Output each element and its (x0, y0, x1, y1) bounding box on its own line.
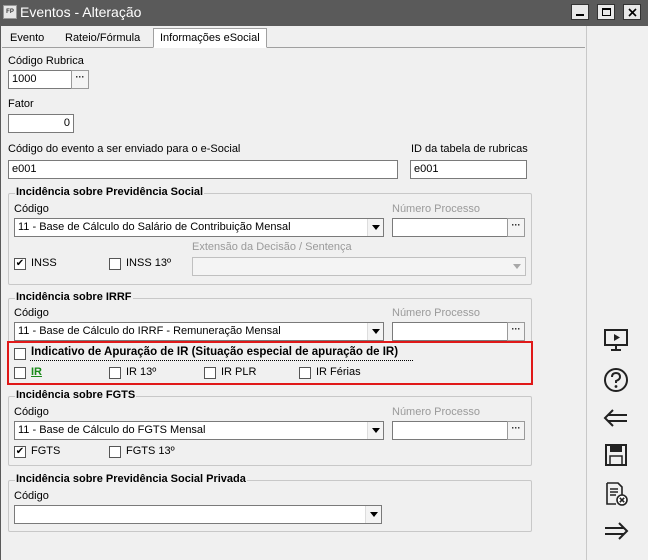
maximize-icon (601, 8, 611, 16)
help-icon (604, 368, 628, 392)
codigo-evento-esocial-label: Código do evento a ser enviado para o e-… (8, 143, 241, 155)
fgts-checkbox[interactable]: ✔ (14, 446, 26, 458)
inss-label: INSS (31, 257, 57, 269)
inss-checkbox[interactable]: ✔ (14, 258, 26, 270)
prev-social-codigo-label: Código (14, 203, 49, 215)
ir-ferias-label: IR Férias (316, 366, 361, 378)
app-icon: FP (3, 5, 17, 19)
chevron-down-icon (369, 512, 378, 517)
delete-button[interactable] (602, 480, 630, 508)
fator-label: Fator (8, 98, 34, 110)
close-button[interactable] (623, 4, 641, 20)
fgts-title: Incidência sobre FGTS (15, 389, 137, 401)
id-tabela-rubricas-field[interactable]: e001 (410, 160, 527, 179)
ellipsis-icon: ··· (511, 423, 521, 433)
ellipsis-icon: ··· (75, 72, 85, 82)
fgts-numero-processo-field[interactable] (392, 421, 508, 440)
inss-13-checkbox[interactable] (109, 258, 121, 270)
fgts-13-checkbox[interactable] (109, 446, 121, 458)
irrf-numero-processo-field[interactable] (392, 322, 508, 341)
codigo-rubrica-label: Código Rubrica (8, 55, 84, 67)
prev-social-codigo-select[interactable]: 11 - Base de Cálculo do Salário de Contr… (14, 218, 384, 237)
save-icon (605, 444, 627, 466)
fgts-codigo-select[interactable]: 11 - Base de Cálculo do FGTS Mensal (14, 421, 384, 440)
chevron-down-icon (371, 225, 380, 230)
fgts-13-label: FGTS 13º (126, 445, 175, 457)
prev-social-numero-processo-field[interactable] (392, 218, 508, 237)
ir-label: IR (31, 366, 42, 378)
prev-social-numero-processo-label: Número Processo (392, 203, 481, 215)
fgts-codigo-value: 11 - Base de Cálculo do FGTS Mensal (18, 424, 206, 436)
checkmark-icon: ✔ (15, 258, 25, 269)
forward-button[interactable] (602, 517, 630, 545)
ir-13-checkbox[interactable] (109, 367, 121, 379)
dropdown-button[interactable] (365, 506, 381, 523)
fgts-numero-processo-label: Número Processo (392, 406, 481, 418)
dropdown-button[interactable] (367, 422, 383, 439)
delete-document-icon (606, 482, 628, 506)
save-button[interactable] (602, 441, 630, 469)
ir-13-label: IR 13º (126, 366, 157, 378)
ir-plr-checkbox[interactable] (204, 367, 216, 379)
minimize-button[interactable] (571, 4, 589, 20)
prev-social-title: Incidência sobre Previdência Social (15, 186, 205, 198)
inss-13-label: INSS 13º (126, 257, 171, 269)
back-button[interactable] (602, 404, 630, 432)
ellipsis-icon: ··· (511, 220, 521, 230)
id-tabela-rubricas-label: ID da tabela de rubricas (411, 143, 528, 155)
prev-privada-codigo-label: Código (14, 490, 49, 502)
irrf-title: Incidência sobre IRRF (15, 291, 133, 303)
ir-plr-label: IR PLR (221, 366, 257, 378)
ir-ferias-checkbox[interactable] (299, 367, 311, 379)
prev-social-processo-lookup-button[interactable]: ··· (507, 218, 525, 237)
ir-checkbox[interactable] (14, 367, 26, 379)
tab-evento[interactable]: Evento (3, 28, 51, 48)
close-icon (627, 7, 637, 17)
indicativo-apuracao-ir-checkbox[interactable] (14, 348, 26, 360)
help-button[interactable] (602, 366, 630, 394)
dropdown-button[interactable] (367, 219, 383, 236)
codigo-evento-esocial-field[interactable]: e001 (8, 160, 398, 179)
prev-privada-title: Incidência sobre Previdência Social Priv… (15, 473, 247, 485)
irrf-codigo-select[interactable]: 11 - Base de Cálculo do IRRF - Remuneraç… (14, 322, 384, 341)
prev-privada-codigo-select[interactable] (14, 505, 382, 524)
fgts-processo-lookup-button[interactable]: ··· (507, 421, 525, 440)
extensao-decisao-select[interactable] (192, 257, 526, 276)
codigo-rubrica-field[interactable]: 1000 (8, 70, 72, 89)
prev-social-codigo-value: 11 - Base de Cálculo do Salário de Contr… (18, 221, 291, 233)
extensao-decisao-label: Extensão da Decisão / Sentença (192, 241, 352, 253)
indicativo-apuracao-ir-label: Indicativo de Apuração de IR (Situação e… (31, 346, 399, 358)
back-arrow-icon (603, 409, 627, 427)
minimize-icon (576, 14, 584, 16)
focus-underline (30, 360, 413, 361)
chevron-down-icon (371, 428, 380, 433)
chevron-down-icon (371, 329, 380, 334)
chevron-down-icon (513, 264, 521, 269)
fgts-codigo-label: Código (14, 406, 49, 418)
presentation-button[interactable] (602, 326, 630, 354)
irrf-codigo-value: 11 - Base de Cálculo do IRRF - Remuneraç… (18, 325, 281, 337)
fgts-label: FGTS (31, 445, 61, 457)
ellipsis-icon: ··· (511, 324, 521, 334)
dropdown-button[interactable] (509, 258, 525, 275)
window-title: Eventos - Alteração (20, 4, 142, 20)
irrf-numero-processo-label: Número Processo (392, 307, 481, 319)
checkmark-icon: ✔ (15, 446, 25, 457)
irrf-processo-lookup-button[interactable]: ··· (507, 322, 525, 341)
forward-arrow-icon (605, 522, 629, 540)
fator-field[interactable]: 0 (8, 114, 74, 133)
codigo-rubrica-lookup-button[interactable]: ··· (71, 70, 89, 89)
presentation-icon (604, 329, 628, 351)
maximize-button[interactable] (597, 4, 615, 20)
tab-informacoes-esocial[interactable]: Informações eSocial (153, 28, 267, 48)
tab-rateio-formula[interactable]: Rateio/Fórmula (58, 28, 147, 48)
dropdown-button[interactable] (367, 323, 383, 340)
irrf-codigo-label: Código (14, 307, 49, 319)
